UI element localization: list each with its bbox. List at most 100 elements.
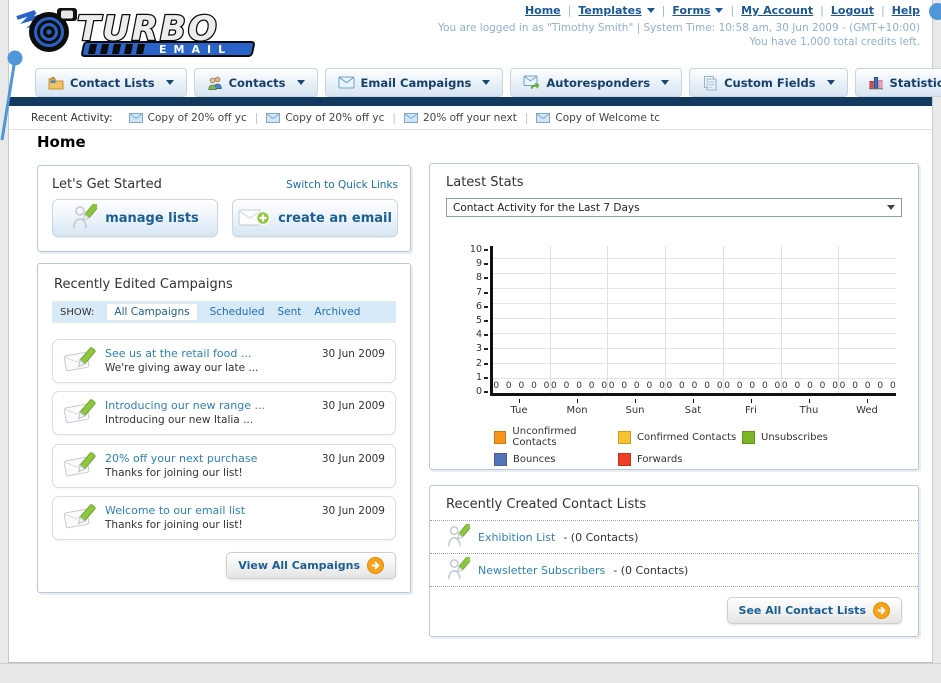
header-link-forms[interactable]: Forms <box>672 4 724 17</box>
nav-tab-statistics[interactable]: Statistics <box>854 68 941 97</box>
separator: | <box>880 4 885 17</box>
chart-value-labels: 0 0 0 0 0 <box>839 381 896 391</box>
envelope-arrow-icon <box>523 75 540 90</box>
stats-period-select[interactable]: Contact Activity for the Last 7 Days <box>446 198 902 217</box>
legend-swatch-unsubscribes <box>742 430 755 444</box>
campaign-subtitle: We're giving away our late ... <box>105 362 259 374</box>
campaign-title-link[interactable]: See us at the retail food ... <box>105 347 314 361</box>
y-tick-label: 9 <box>476 259 488 269</box>
create-email-button[interactable]: create an email <box>232 199 398 237</box>
campaign-date: 30 Jun 2009 <box>321 505 385 517</box>
caret-down-icon <box>296 80 305 85</box>
turbo-email-logo: TURBO EMAIL <box>15 2 265 62</box>
chart-legend: Unconfirmed Contacts Confirmed Contacts … <box>494 426 880 471</box>
header-link-home[interactable]: Home <box>525 4 561 17</box>
nav-tab-custom-fields[interactable]: Custom Fields <box>689 68 848 97</box>
get-started-panel: Let's Get Started Switch to Quick Links … <box>37 165 411 252</box>
header-link-logout[interactable]: Logout <box>831 4 874 17</box>
filter-scheduled[interactable]: Scheduled <box>210 306 265 318</box>
x-tick-label: Sun <box>606 399 664 416</box>
chart-x-labels: Tue Mon Sun Sat Fri Thu Wed <box>490 399 896 416</box>
go-arrow-icon <box>367 557 384 574</box>
recent-activity-item[interactable]: Copy of Welcome tc <box>536 112 660 124</box>
envelope-icon <box>266 112 281 123</box>
recent-campaigns-panel: Recently Edited Campaigns SHOW: All Camp… <box>37 263 411 593</box>
manage-lists-button[interactable]: manage lists <box>52 199 218 237</box>
switch-quick-links-link[interactable]: Switch to Quick Links <box>286 179 398 191</box>
contact-list-count: - (0 Contacts) <box>563 530 639 544</box>
nav-tab-autoresponders[interactable]: Autoresponders <box>510 68 683 97</box>
filter-all-campaigns[interactable]: All Campaigns <box>107 304 197 320</box>
caret-down-icon <box>646 8 655 13</box>
filter-archived[interactable]: Archived <box>314 306 360 318</box>
envelope-pencil-icon <box>63 399 96 424</box>
nav-tab-email-campaigns[interactable]: Email Campaigns <box>324 68 504 97</box>
chart-day-group: 0 0 0 0 0 <box>607 246 665 393</box>
header-link-help[interactable]: Help <box>892 4 920 17</box>
person-pencil-icon <box>448 524 470 547</box>
chart-day-group: 0 0 0 0 0 <box>722 246 781 393</box>
x-tick-label: Fri <box>722 399 780 416</box>
person-pencil-icon <box>73 204 98 229</box>
chart-day-group: 0 0 0 0 0 <box>549 246 608 393</box>
recent-contact-lists-title: Recently Created Contact Lists <box>446 497 647 512</box>
envelope-icon <box>536 112 551 123</box>
y-tick-label: 3 <box>476 344 488 354</box>
campaign-date: 30 Jun 2009 <box>321 348 385 360</box>
chart-day-group: 0 0 0 0 0 <box>780 246 839 393</box>
x-tick-label: Tue <box>490 399 548 416</box>
person-pencil-icon <box>448 557 470 580</box>
header-link-templates[interactable]: Templates <box>578 4 655 17</box>
campaign-title-link[interactable]: Welcome to our email list <box>105 504 314 518</box>
legend-item-forwards: Forwards <box>618 453 742 466</box>
footer-bar <box>0 663 941 683</box>
contact-list-count: - (0 Contacts) <box>613 563 689 577</box>
login-info: You are logged in as "Timothy Smith" | S… <box>438 22 920 34</box>
view-all-campaigns-button[interactable]: View All Campaigns <box>226 552 396 579</box>
campaign-subtitle: Introducing our new Italia ... <box>105 414 254 426</box>
legend-item-unconfirmed: Unconfirmed Contacts <box>494 426 618 448</box>
chart-day-group: 0 0 0 0 0 <box>838 246 896 393</box>
nav-tab-contact-lists[interactable]: Contact Lists <box>35 68 187 97</box>
campaign-card[interactable]: 20% off your next purchase Thanks for jo… <box>52 444 396 488</box>
envelope-icon <box>338 76 355 89</box>
credits-info: You have 1,000 total credits left. <box>749 36 920 48</box>
contact-list-row[interactable]: Exhibition List - (0 Contacts) <box>430 521 918 554</box>
separator: | <box>730 4 735 17</box>
contact-list-link[interactable]: Exhibition List <box>478 531 555 544</box>
header-link-my-account[interactable]: My Account <box>741 4 813 17</box>
filter-sent[interactable]: Sent <box>278 306 302 318</box>
campaign-card[interactable]: See us at the retail food ... We're givi… <box>52 339 396 383</box>
y-tick-label: 6 <box>476 302 488 312</box>
x-tick-label: Thu <box>780 399 838 416</box>
chart-day-group: 0 0 0 0 0 <box>493 246 550 393</box>
recent-activity-item[interactable]: Copy of 20% off yc <box>266 112 384 124</box>
go-arrow-icon <box>873 602 890 619</box>
campaign-title-link[interactable]: 20% off your next purchase <box>105 452 314 466</box>
campaign-subtitle: Thanks for joining our list! <box>105 467 243 479</box>
header-links: Home | Templates | Forms | My Account | … <box>525 4 920 17</box>
campaign-filter-bar: SHOW: All Campaigns Scheduled Sent Archi… <box>52 301 396 323</box>
get-started-title: Let's Get Started <box>52 177 162 192</box>
see-all-contact-lists-button[interactable]: See All Contact Lists <box>726 597 902 624</box>
caret-down-icon <box>165 80 174 85</box>
legend-swatch-confirmed <box>618 430 631 444</box>
campaign-title-link[interactable]: Introducing our new range ... <box>105 399 314 413</box>
show-label: SHOW: <box>60 306 95 318</box>
nav-tab-contacts[interactable]: Contacts <box>193 68 318 97</box>
recent-activity-item[interactable]: Copy of 20% off yc <box>128 112 247 124</box>
campaign-date: 30 Jun 2009 <box>321 400 385 412</box>
campaign-card[interactable]: Introducing our new range ... Introducin… <box>52 391 396 435</box>
chart-y-axis: 10 9 8 7 6 5 4 3 2 1 0 <box>464 245 490 396</box>
chart-value-labels: 0 0 0 0 0 <box>724 381 781 391</box>
separator: | <box>820 4 824 17</box>
caret-down-icon <box>887 205 895 210</box>
contact-activity-chart: 10 9 8 7 6 5 4 3 2 1 0 0 0 0 0 00 0 0 0 00 0 0 0 0… <box>464 245 896 396</box>
y-tick-label: 5 <box>476 316 488 326</box>
recent-activity-item[interactable]: 20% off your next <box>403 112 517 124</box>
y-tick-label: 8 <box>476 273 488 283</box>
contact-list-row[interactable]: Newsletter Subscribers - (0 Contacts) <box>430 554 918 587</box>
recent-contact-lists-panel: Recently Created Contact Lists Exhibitio… <box>429 485 919 637</box>
contact-list-link[interactable]: Newsletter Subscribers <box>478 564 605 577</box>
campaign-card[interactable]: Welcome to our email list Thanks for joi… <box>52 496 396 540</box>
